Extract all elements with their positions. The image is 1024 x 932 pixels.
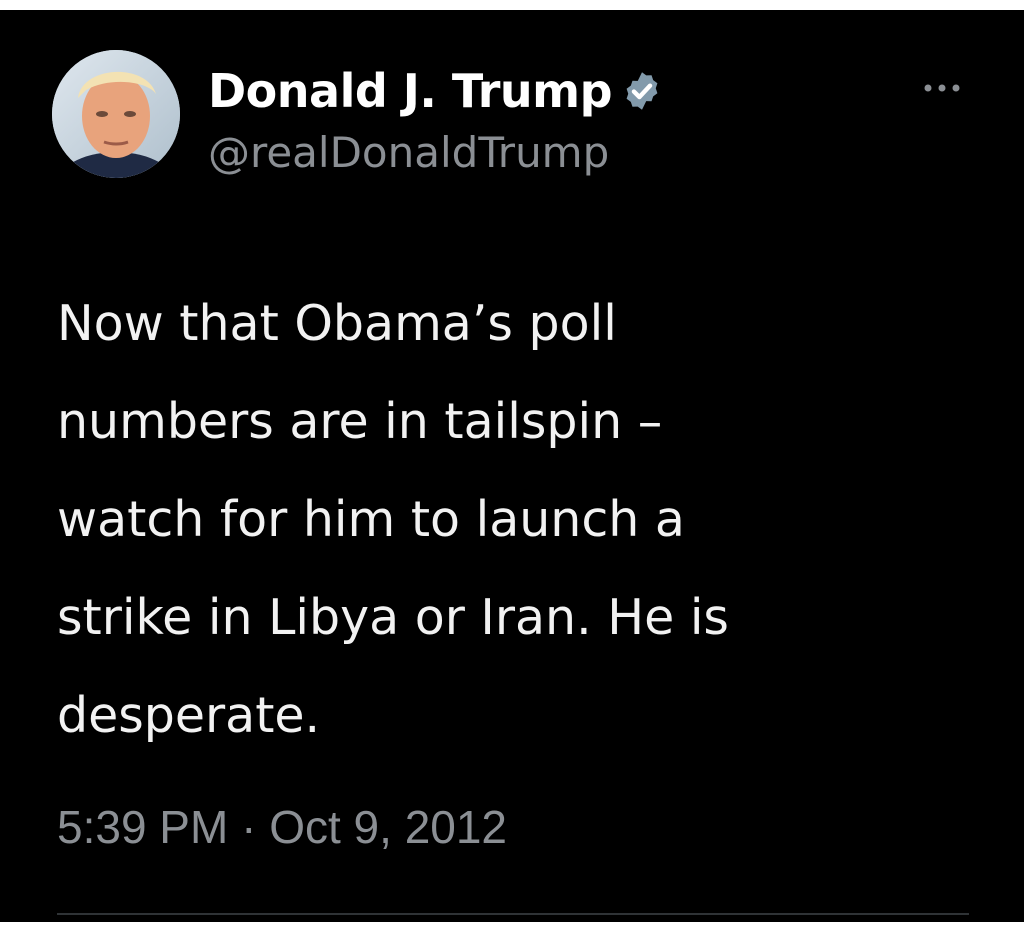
user-handle[interactable]: @realDonaldTrump <box>208 128 664 177</box>
avatar[interactable] <box>52 50 180 178</box>
display-name-row: Donald J. Trump <box>208 62 664 120</box>
author-names: Donald J. Trump @realDonaldTrump <box>208 62 664 177</box>
divider <box>57 913 969 915</box>
display-name[interactable]: Donald J. Trump <box>208 64 613 118</box>
tweet-date: Oct 9, 2012 <box>269 801 508 853</box>
timestamp-separator: · <box>241 801 257 853</box>
avatar-image <box>52 50 180 178</box>
more-options-icon[interactable] <box>918 76 966 100</box>
tweet-time: 5:39 PM <box>57 801 229 853</box>
tweet-text: Now that Obama’s poll numbers are in tai… <box>57 295 729 744</box>
tweet-timestamp[interactable]: 5:39 PM · Oct 9, 2012 <box>57 800 507 854</box>
verified-badge-icon <box>620 69 664 113</box>
tweet-header: Donald J. Trump @realDonaldTrump <box>52 50 984 190</box>
tweet-card: Donald J. Trump @realDonaldTrump Now tha… <box>0 10 1024 922</box>
